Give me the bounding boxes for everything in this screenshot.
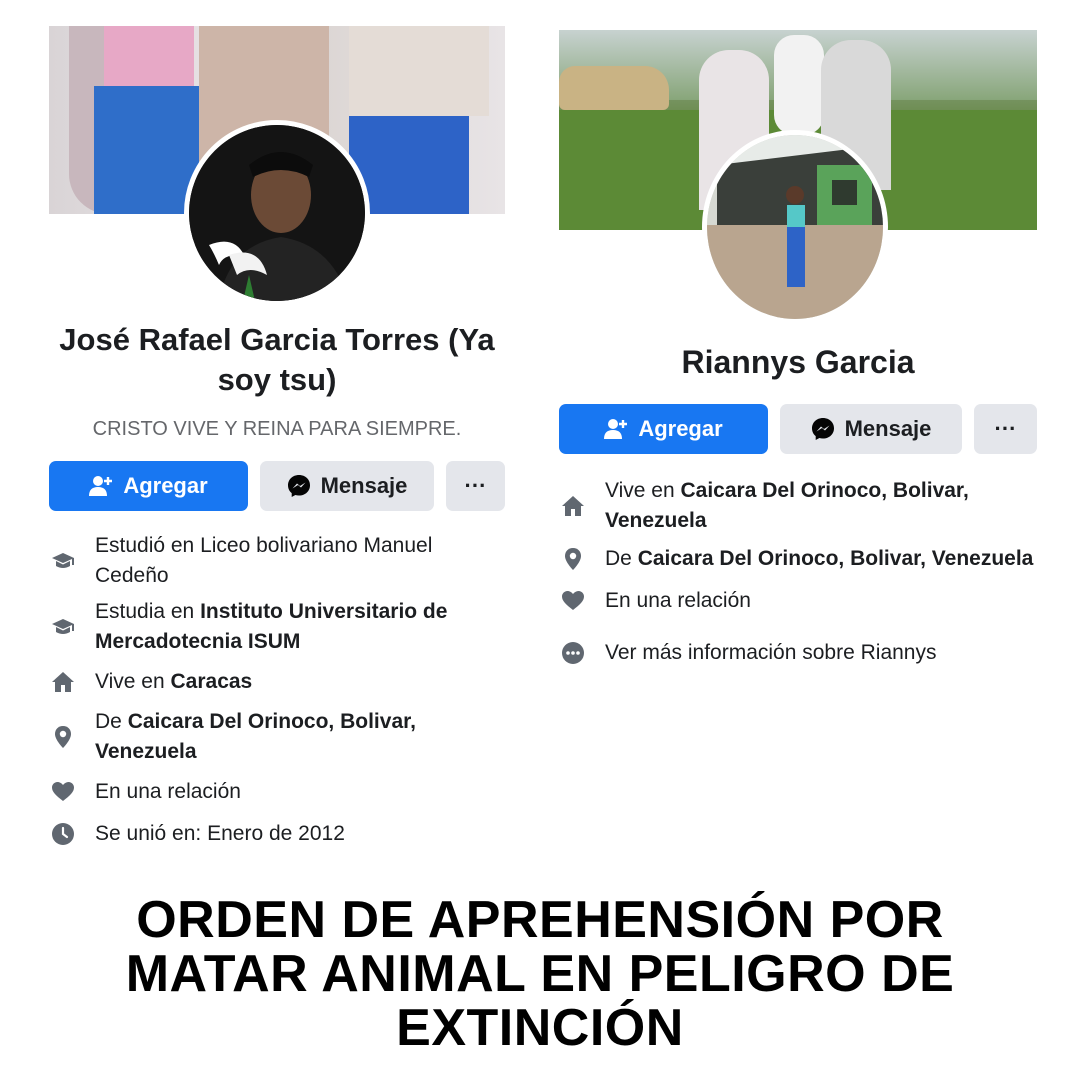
- intro-item-from: De Caicara Del Orinoco, Bolivar, Venezue…: [559, 544, 1037, 574]
- location-pin-icon: [565, 548, 581, 570]
- intro-text: Ver más información sobre Riannys: [605, 641, 937, 664]
- add-friend-label: Agregar: [123, 473, 208, 498]
- add-friend-button[interactable]: Agregar: [49, 461, 248, 511]
- intro-prefix: De: [605, 547, 638, 570]
- message-button[interactable]: Mensaje: [780, 404, 962, 454]
- intro-link[interactable]: Caicara Del Orinoco, Bolivar, Venezuela: [95, 710, 416, 763]
- intro-prefix: Vive en: [95, 670, 171, 693]
- intro-prefix: De: [95, 710, 128, 733]
- intro-link[interactable]: Caracas: [171, 670, 253, 693]
- intro-item-more-info[interactable]: Ver más información sobre Riannys: [559, 638, 1037, 668]
- intro-item-from: De Caicara Del Orinoco, Bolivar, Venezue…: [49, 707, 505, 767]
- add-friend-button[interactable]: Agregar: [559, 404, 768, 454]
- more-options-label: ···: [464, 473, 487, 498]
- message-label: Mensaje: [320, 473, 408, 498]
- intro-item-lives: Vive en Caracas: [49, 667, 505, 697]
- profile-actions: Agregar Mensaje ···: [559, 404, 1037, 454]
- intro-prefix: Estudia en: [95, 600, 201, 623]
- intro-link[interactable]: Caicara Del Orinoco, Bolivar, Venezuela: [638, 547, 1034, 570]
- intro-item-relationship: En una relación: [49, 777, 505, 807]
- graduation-cap-icon: [52, 619, 74, 634]
- profile-intro-list: Vive en Caicara Del Orinoco, Bolivar, Ve…: [559, 476, 1037, 668]
- intro-text: En una relación: [95, 780, 241, 803]
- home-icon: [562, 496, 584, 516]
- intro-item-studied: Estudió en Liceo bolivariano Manuel Cede…: [49, 531, 505, 591]
- intro-item-joined: Se unió en: Enero de 2012: [49, 819, 505, 849]
- intro-item-studies: Estudia en Instituto Universitario de Me…: [49, 597, 505, 657]
- intro-text: Estudió en Liceo bolivariano Manuel Cede…: [95, 534, 433, 587]
- more-circle-icon: [562, 642, 584, 664]
- more-options-button[interactable]: ···: [446, 461, 505, 511]
- messenger-icon: [287, 474, 311, 498]
- location-pin-icon: [55, 726, 71, 748]
- intro-prefix: Vive en: [605, 479, 681, 502]
- profile-name: Riannys Garcia: [681, 344, 915, 380]
- add-friend-label: Agregar: [638, 416, 723, 441]
- headline: ORDEN DE APREHENSIÓN POR MATAR ANIMAL EN…: [125, 891, 955, 1057]
- profile-name: José Rafael Garcia Torres (Ya soy tsu): [59, 322, 495, 397]
- profile-bio: CRISTO VIVE Y REINA PARA SIEMPRE.: [92, 418, 462, 440]
- add-friend-icon: [604, 418, 628, 440]
- home-icon: [52, 672, 74, 692]
- intro-item-lives: Vive en Caicara Del Orinoco, Bolivar, Ve…: [559, 476, 1037, 536]
- intro-text: En una relación: [605, 589, 751, 612]
- profile-actions: Agregar Mensaje ···: [49, 461, 505, 511]
- heart-icon: [52, 782, 74, 801]
- heart-icon: [562, 591, 584, 610]
- profile-avatar[interactable]: [702, 130, 888, 324]
- message-button[interactable]: Mensaje: [260, 461, 434, 511]
- message-label: Mensaje: [844, 416, 932, 441]
- intro-text: Se unió en: Enero de 2012: [95, 822, 345, 845]
- add-friend-icon: [89, 475, 113, 497]
- messenger-icon: [811, 417, 835, 441]
- intro-item-relationship: En una relación: [559, 586, 1037, 616]
- profile-intro-list: Estudió en Liceo bolivariano Manuel Cede…: [49, 531, 505, 849]
- more-options-button[interactable]: ···: [974, 404, 1037, 454]
- more-options-label: ···: [994, 416, 1017, 441]
- profile-avatar[interactable]: [184, 120, 370, 306]
- clock-icon: [52, 823, 74, 845]
- graduation-cap-icon: [52, 553, 74, 568]
